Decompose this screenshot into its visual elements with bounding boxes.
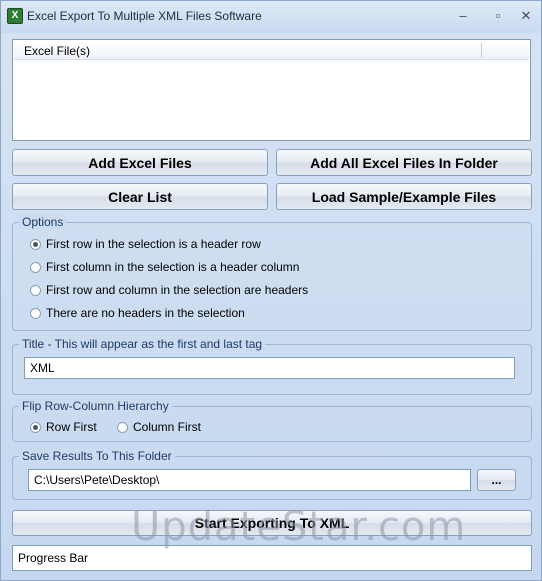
radio-selected-dot [33,424,38,430]
add-all-excel-files-in-folder-button[interactable]: Add All Excel Files In Folder [276,149,532,176]
option-label: First row and column in the selection ar… [46,283,309,297]
hierarchy-group-title: Flip Row-Column Hierarchy [19,399,172,413]
options-group-title: Options [19,215,67,229]
excel-file-list[interactable]: Excel File(s) [12,39,531,141]
option-label: There are no headers in the selection [46,306,245,320]
radio-selected-dot [33,241,38,247]
radio-button[interactable] [30,421,41,433]
option-label: Row First [46,420,97,434]
start-exporting-button[interactable]: Start Exporting To XML [12,510,532,536]
radio-button[interactable] [117,421,128,433]
radio-button[interactable] [30,261,41,273]
progress-bar: Progress Bar [12,545,532,571]
radio-button[interactable] [30,307,41,319]
maximize-button[interactable]: ▫ [487,6,509,26]
option-row-and-column-headers[interactable]: First row and column in the selection ar… [30,283,308,297]
title-tag-group: Title - This will appear as the first an… [12,337,532,395]
title-bar[interactable]: X Excel Export To Multiple XML Files Sof… [1,1,541,33]
add-excel-files-button[interactable]: Add Excel Files [12,149,268,176]
options-group: Options First row in the selection is a … [12,215,532,331]
title-tag-group-title: Title - This will appear as the first an… [19,337,266,351]
option-label: First row in the selection is a header r… [46,237,261,251]
window-title: Excel Export To Multiple XML Files Softw… [27,9,262,23]
hierarchy-group: Flip Row-Column Hierarchy Row First Colu… [12,399,532,442]
option-label: First column in the selection is a heade… [46,260,300,274]
app-icon: X [7,8,23,24]
radio-button[interactable] [30,284,41,296]
minimize-button[interactable]: – [452,6,474,26]
option-first-row-header[interactable]: First row in the selection is a header r… [30,237,261,251]
save-folder-input[interactable]: C:\Users\Pete\Desktop\ [28,469,471,491]
browse-folder-button[interactable]: ... [477,469,516,491]
title-tag-input[interactable]: XML [24,357,515,379]
option-first-column-header[interactable]: First column in the selection is a heade… [30,260,299,274]
radio-button[interactable] [30,238,41,250]
column-separator[interactable] [481,43,482,58]
clear-list-button[interactable]: Clear List [12,183,268,210]
option-label: Column First [133,420,202,434]
column-header-excel-files[interactable]: Excel File(s) [24,44,90,58]
save-folder-group: Save Results To This Folder C:\Users\Pet… [12,449,532,500]
close-button[interactable]: ✕ [515,6,537,26]
main-window: X Excel Export To Multiple XML Files Sof… [0,0,542,581]
list-header: Excel File(s) [14,41,529,60]
option-column-first[interactable]: Column First [117,420,201,434]
load-sample-files-button[interactable]: Load Sample/Example Files [276,183,532,210]
option-row-first[interactable]: Row First [30,420,97,434]
option-no-headers[interactable]: There are no headers in the selection [30,306,245,320]
save-folder-group-title: Save Results To This Folder [19,449,175,463]
